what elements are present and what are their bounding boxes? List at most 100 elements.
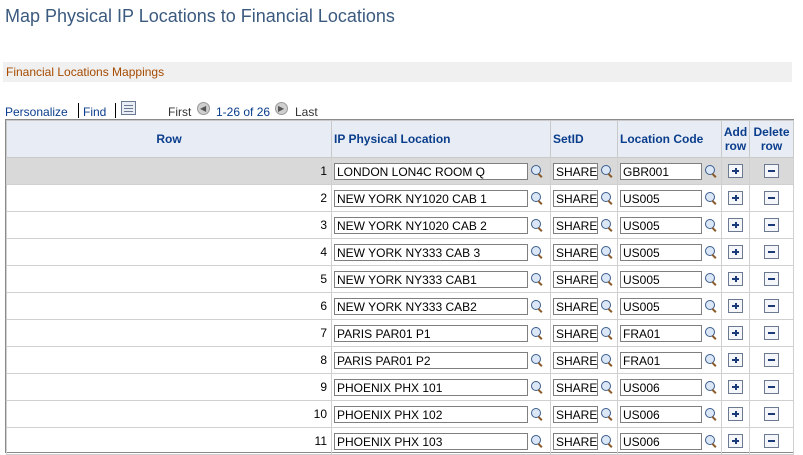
setid-input[interactable]: SHARE [553, 378, 598, 396]
ip-location-lookup-icon[interactable] [530, 353, 544, 367]
ip-location-lookup-icon[interactable] [530, 272, 544, 286]
delete-row-minus-icon[interactable] [764, 353, 779, 368]
ip-location-lookup-icon[interactable] [530, 434, 544, 448]
ip-location-lookup-icon[interactable] [530, 407, 544, 421]
setid-input[interactable]: SHARE [553, 297, 598, 315]
setid-lookup-icon[interactable] [600, 191, 614, 205]
setid-lookup-icon[interactable] [600, 164, 614, 178]
location-code-lookup-icon[interactable] [704, 164, 718, 178]
location-code-input[interactable]: US005 [620, 270, 702, 288]
delete-row-minus-icon[interactable] [764, 407, 779, 422]
add-row-plus-icon[interactable] [728, 272, 743, 287]
location-code-lookup-icon[interactable] [704, 218, 718, 232]
setid-lookup-icon[interactable] [600, 380, 614, 394]
ip-location-lookup-icon[interactable] [530, 380, 544, 394]
location-code-cell: FRA01 [617, 319, 722, 347]
ip-location-input[interactable]: PHOENIX PHX 101 [334, 378, 528, 396]
add-row-plus-icon[interactable] [728, 434, 743, 449]
add-row-plus-icon[interactable] [728, 407, 743, 422]
location-code-lookup-icon[interactable] [704, 245, 718, 259]
location-code-lookup-icon[interactable] [704, 380, 718, 394]
delete-row-minus-icon[interactable] [764, 299, 779, 314]
location-code-lookup-icon[interactable] [704, 326, 718, 340]
ip-location-lookup-icon[interactable] [530, 299, 544, 313]
location-code-lookup-icon[interactable] [704, 407, 718, 421]
setid-lookup-icon[interactable] [600, 218, 614, 232]
ip-location-input[interactable]: NEW YORK NY1020 CAB 2 [334, 216, 528, 234]
ip-location-input[interactable]: LONDON LON4C ROOM Q [334, 162, 528, 180]
delete-row-minus-icon[interactable] [764, 191, 779, 206]
delete-row-minus-icon[interactable] [764, 218, 779, 233]
add-row-plus-icon[interactable] [728, 191, 743, 206]
location-code-input[interactable]: FRA01 [620, 351, 702, 369]
setid-cell: SHARE [550, 265, 618, 293]
location-code-input[interactable]: US006 [620, 432, 702, 450]
add-row-plus-icon[interactable] [728, 380, 743, 395]
view-all-grid-icon[interactable] [121, 101, 136, 115]
location-code-lookup-icon[interactable] [704, 299, 718, 313]
setid-input[interactable]: SHARE [553, 351, 598, 369]
column-header-location-code[interactable]: Location Code [617, 120, 722, 158]
location-code-input[interactable]: US006 [620, 405, 702, 423]
location-code-lookup-icon[interactable] [704, 353, 718, 367]
setid-input[interactable]: SHARE [553, 270, 598, 288]
column-header-ip-location[interactable]: IP Physical Location [331, 120, 551, 158]
setid-lookup-icon[interactable] [600, 326, 614, 340]
location-code-input[interactable]: US005 [620, 243, 702, 261]
setid-lookup-icon[interactable] [600, 353, 614, 367]
ip-location-input[interactable]: NEW YORK NY1020 CAB 1 [334, 189, 528, 207]
add-row-plus-icon[interactable] [728, 326, 743, 341]
delete-row-minus-icon[interactable] [764, 272, 779, 287]
row-number: 8 [6, 346, 332, 374]
setid-input[interactable]: SHARE [553, 216, 598, 234]
location-code-lookup-icon[interactable] [704, 272, 718, 286]
setid-input[interactable]: SHARE [553, 324, 598, 342]
delete-row-minus-icon[interactable] [764, 380, 779, 395]
ip-location-lookup-icon[interactable] [530, 164, 544, 178]
delete-row-minus-icon[interactable] [764, 245, 779, 260]
setid-lookup-icon[interactable] [600, 245, 614, 259]
location-code-input[interactable]: US005 [620, 189, 702, 207]
setid-input[interactable]: SHARE [553, 189, 598, 207]
ip-location-input[interactable]: NEW YORK NY333 CAB1 [334, 270, 528, 288]
column-header-row[interactable]: Row [6, 120, 332, 158]
location-code-input[interactable]: US005 [620, 297, 702, 315]
delete-row-minus-icon[interactable] [764, 434, 779, 449]
ip-location-input[interactable]: NEW YORK NY333 CAB2 [334, 297, 528, 315]
ip-location-input[interactable]: PARIS PAR01 P2 [334, 351, 528, 369]
add-row-plus-icon[interactable] [728, 353, 743, 368]
setid-lookup-icon[interactable] [600, 299, 614, 313]
find-link[interactable]: Find [83, 105, 106, 119]
delete-row-minus-icon[interactable] [764, 164, 779, 179]
delete-row-minus-icon[interactable] [764, 326, 779, 341]
personalize-link[interactable]: Personalize [5, 105, 68, 119]
ip-location-lookup-icon[interactable] [530, 245, 544, 259]
add-row-plus-icon[interactable] [728, 164, 743, 179]
add-row-plus-icon[interactable] [728, 218, 743, 233]
table-row: 10 PHOENIX PHX 102 SHARE US006 [6, 400, 794, 428]
ip-location-input[interactable]: PHOENIX PHX 102 [334, 405, 528, 423]
location-code-input[interactable]: GBR001 [620, 162, 702, 180]
ip-location-lookup-icon[interactable] [530, 218, 544, 232]
section-header: Financial Locations Mappings [3, 62, 792, 82]
setid-input[interactable]: SHARE [553, 432, 598, 450]
setid-lookup-icon[interactable] [600, 407, 614, 421]
setid-input[interactable]: SHARE [553, 162, 598, 180]
location-code-input[interactable]: US005 [620, 216, 702, 234]
setid-input[interactable]: SHARE [553, 405, 598, 423]
ip-location-lookup-icon[interactable] [530, 326, 544, 340]
location-code-lookup-icon[interactable] [704, 434, 718, 448]
location-code-input[interactable]: US006 [620, 378, 702, 396]
ip-location-lookup-icon[interactable] [530, 191, 544, 205]
location-code-lookup-icon[interactable] [704, 191, 718, 205]
add-row-plus-icon[interactable] [728, 245, 743, 260]
add-row-plus-icon[interactable] [728, 299, 743, 314]
setid-lookup-icon[interactable] [600, 434, 614, 448]
ip-location-input[interactable]: PARIS PAR01 P1 [334, 324, 528, 342]
ip-location-input[interactable]: NEW YORK NY333 CAB 3 [334, 243, 528, 261]
column-header-setid[interactable]: SetID [550, 120, 618, 158]
ip-location-input[interactable]: PHOENIX PHX 103 [334, 432, 528, 450]
setid-input[interactable]: SHARE [553, 243, 598, 261]
setid-lookup-icon[interactable] [600, 272, 614, 286]
location-code-input[interactable]: FRA01 [620, 324, 702, 342]
